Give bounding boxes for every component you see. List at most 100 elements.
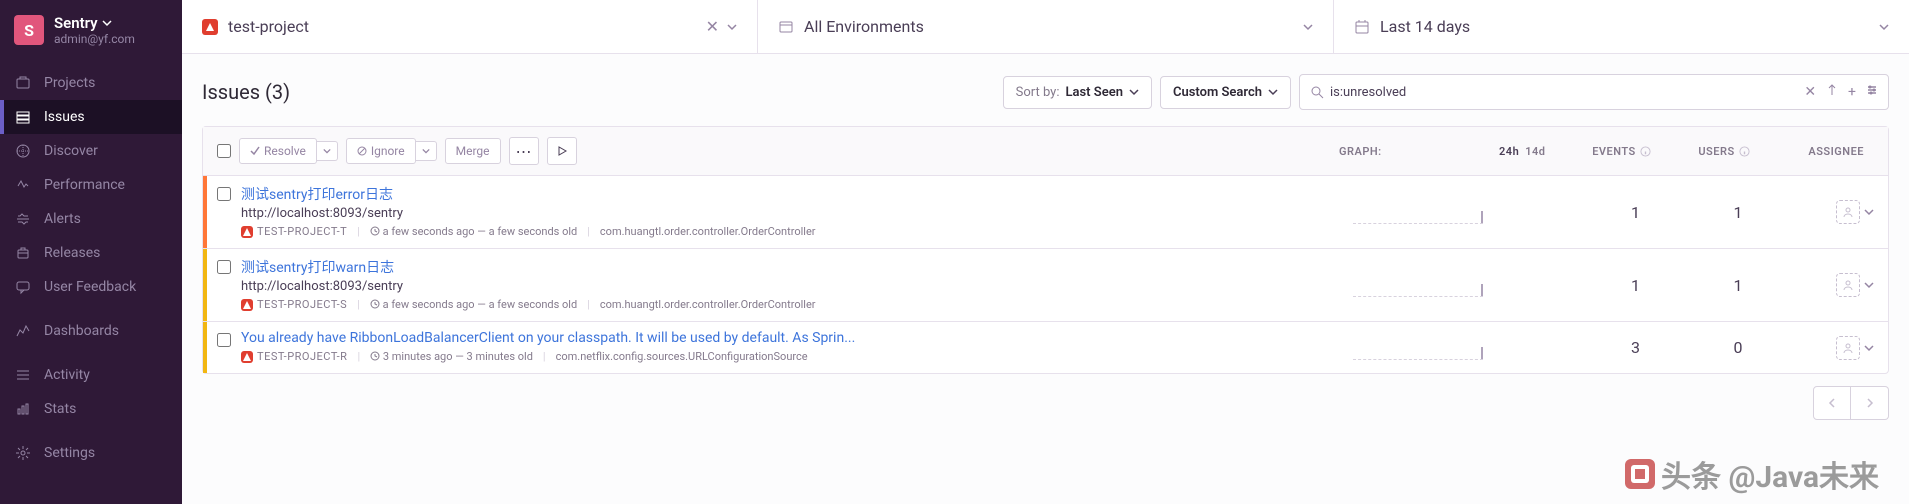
issue-events: 3 <box>1583 322 1688 373</box>
resolve-button[interactable]: Resolve <box>239 138 317 164</box>
issues-panel: Resolve Ignore Merge ⋯ GRAPH: 24h 14d EV… <box>202 126 1889 374</box>
projects-icon <box>14 74 32 92</box>
issue-culprit: com.netflix.config.sources.URLConfigurat… <box>556 350 808 363</box>
more-button[interactable]: ⋯ <box>509 137 539 165</box>
search-icon <box>1310 85 1324 99</box>
search-clear-icon[interactable]: ✕ <box>1804 84 1816 100</box>
issue-url: http://localhost:8093/sentry <box>241 279 1343 294</box>
info-icon <box>1739 146 1750 157</box>
user-icon <box>1842 206 1854 218</box>
chevron-down-icon <box>1268 87 1278 97</box>
project-selector[interactable]: test-project ✕ <box>182 0 758 53</box>
project-name: test-project <box>228 17 309 36</box>
select-all-checkbox[interactable] <box>217 144 231 158</box>
issue-time: a few seconds ago — a few seconds old <box>370 225 577 238</box>
check-icon <box>250 146 260 156</box>
daterange-value: Last 14 days <box>1380 17 1470 36</box>
issue-checkbox[interactable] <box>217 260 231 274</box>
issue-row[interactable]: 测试sentry打印warn日志 http://localhost:8093/s… <box>203 249 1888 322</box>
issue-culprit: com.huangtl.order.controller.OrderContro… <box>600 225 816 238</box>
sidebar-item-issues[interactable]: Issues <box>0 100 182 134</box>
chevron-down-icon <box>102 18 112 28</box>
issue-title[interactable]: 测试sentry打印error日志 <box>241 184 1343 204</box>
environment-selector[interactable]: All Environments <box>758 0 1334 53</box>
performance-icon <box>14 176 32 194</box>
issue-row[interactable]: You already have RibbonLoadBalancerClien… <box>203 322 1888 373</box>
issue-assignee[interactable] <box>1788 176 1888 248</box>
sidebar-item-label: Activity <box>44 367 90 383</box>
sidebar-item-releases[interactable]: Releases <box>0 236 182 270</box>
issue-events: 1 <box>1583 249 1688 321</box>
period-14d[interactable]: 14d <box>1525 145 1545 158</box>
merge-button[interactable]: Merge <box>445 138 501 164</box>
topbar: test-project ✕ All Environments Last 14 … <box>182 0 1909 54</box>
sidebar-item-discover[interactable]: Discover <box>0 134 182 168</box>
issue-title[interactable]: 测试sentry打印warn日志 <box>241 257 1343 277</box>
issues-icon <box>14 108 32 126</box>
issue-assignee[interactable] <box>1788 249 1888 321</box>
alerts-icon <box>14 210 32 228</box>
main-area: test-project ✕ All Environments Last 14 … <box>182 0 1909 504</box>
daterange-selector[interactable]: Last 14 days <box>1334 0 1909 53</box>
org-email: admin@yf.com <box>54 32 135 46</box>
search-bar[interactable]: ✕ + <box>1299 74 1889 110</box>
sidebar-item-projects[interactable]: Projects <box>0 66 182 100</box>
ignore-dropdown[interactable] <box>416 141 437 161</box>
issue-graph <box>1353 322 1513 373</box>
org-logo: S <box>14 15 44 45</box>
add-icon[interactable]: + <box>1848 84 1856 100</box>
issue-assignee[interactable] <box>1788 322 1888 373</box>
sidebar-item-stats[interactable]: Stats <box>0 392 182 426</box>
chevron-down-icon <box>323 147 331 155</box>
resolve-dropdown[interactable] <box>317 141 338 161</box>
chevron-down-icon <box>727 22 737 32</box>
org-switcher[interactable]: S Sentry admin@yf.com <box>0 0 182 60</box>
issue-checkbox[interactable] <box>217 333 231 347</box>
sort-selector[interactable]: Sort by: Last Seen <box>1003 76 1152 109</box>
sidebar-item-dashboards[interactable]: Dashboards <box>0 314 182 348</box>
pager-next[interactable] <box>1851 386 1889 420</box>
activity-icon <box>14 366 32 384</box>
pager <box>1813 386 1889 420</box>
issue-url: http://localhost:8093/sentry <box>241 206 1343 221</box>
sidebar-item-alerts[interactable]: Alerts <box>0 202 182 236</box>
sidebar-item-label: Alerts <box>44 211 81 227</box>
settings-icon <box>14 444 32 462</box>
chevron-left-icon <box>1827 398 1837 408</box>
project-clear[interactable]: ✕ <box>706 17 737 36</box>
sidebar-item-performance[interactable]: Performance <box>0 168 182 202</box>
pin-icon[interactable] <box>1826 84 1838 100</box>
col-assignee-label: ASSIGNEE <box>1774 145 1874 158</box>
pager-prev[interactable] <box>1813 386 1851 420</box>
search-input[interactable] <box>1324 85 1804 100</box>
sidebar-item-label: Issues <box>44 109 85 125</box>
ignore-button[interactable]: Ignore <box>346 138 416 164</box>
issue-checkbox[interactable] <box>217 187 231 201</box>
issue-row[interactable]: 测试sentry打印error日志 http://localhost:8093/… <box>203 176 1888 249</box>
sort-value: Last Seen <box>1065 85 1122 100</box>
play-icon <box>557 146 567 156</box>
issue-title[interactable]: You already have RibbonLoadBalancerClien… <box>241 330 1343 346</box>
issue-graph <box>1353 176 1513 248</box>
issue-users: 1 <box>1688 176 1788 248</box>
calendar-icon <box>1354 19 1370 35</box>
sidebar-nav: Projects Issues Discover Performance Ale… <box>0 60 182 470</box>
feedback-icon <box>14 278 32 296</box>
sidebar-item-label: Performance <box>44 177 125 193</box>
realtime-button[interactable] <box>547 137 577 165</box>
user-icon <box>1842 279 1854 291</box>
panel-header: Resolve Ignore Merge ⋯ GRAPH: 24h 14d EV… <box>203 127 1888 176</box>
sidebar-item-settings[interactable]: Settings <box>0 436 182 470</box>
saved-search-selector[interactable]: Custom Search <box>1160 76 1291 109</box>
stats-icon <box>14 400 32 418</box>
sidebar-item-activity[interactable]: Activity <box>0 358 182 392</box>
sidebar-item-label: Settings <box>44 445 95 461</box>
user-icon <box>1842 342 1854 354</box>
sidebar-item-feedback[interactable]: User Feedback <box>0 270 182 304</box>
issue-project: TEST-PROJECT-T <box>241 225 347 238</box>
sort-label: Sort by: <box>1016 85 1060 100</box>
issue-graph <box>1353 249 1513 321</box>
chevron-down-icon <box>1129 87 1139 97</box>
period-24h[interactable]: 24h <box>1499 145 1519 158</box>
settings-icon[interactable] <box>1866 84 1878 100</box>
